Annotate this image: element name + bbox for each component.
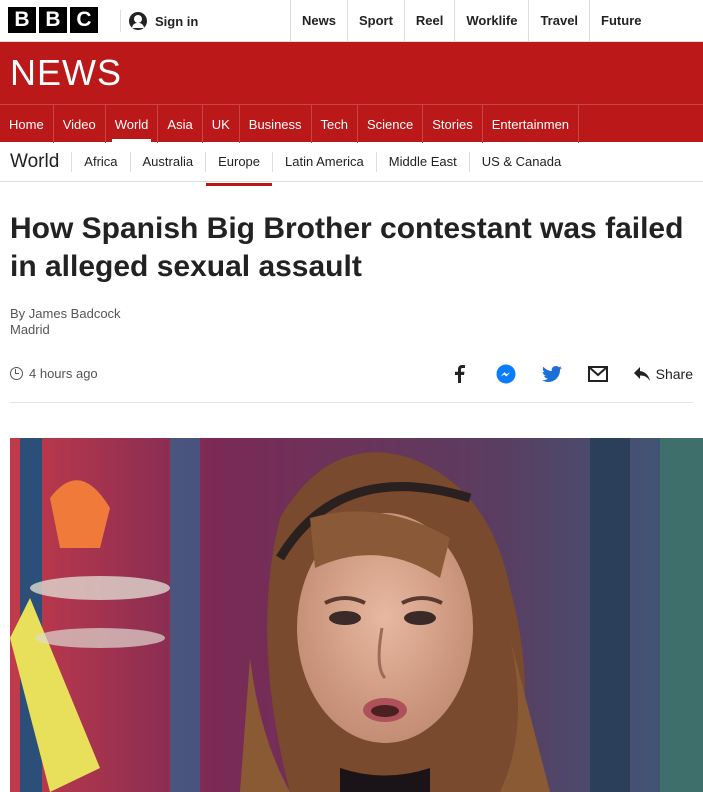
section-nav-business[interactable]: Business: [240, 105, 312, 143]
sub-nav-africa[interactable]: Africa: [71, 151, 129, 172]
logo-letter: C: [70, 7, 98, 33]
top-nav-reel[interactable]: Reel: [403, 0, 454, 41]
facebook-icon[interactable]: [450, 364, 470, 384]
top-nav: News Sport Reel Worklife Travel Future: [290, 0, 653, 41]
logo-letter: B: [8, 7, 36, 33]
sub-nav-title[interactable]: World: [0, 151, 71, 173]
sub-nav-us-canada[interactable]: US & Canada: [468, 151, 574, 172]
top-bar: B B C Sign in News Sport Reel Worklife T…: [0, 0, 703, 42]
byline: By James Badcock Madrid: [10, 306, 121, 338]
share-icon: [633, 367, 650, 381]
top-nav-future[interactable]: Future: [589, 0, 652, 41]
section-nav-home[interactable]: Home: [0, 105, 54, 143]
messenger-icon[interactable]: [496, 364, 516, 384]
news-banner: NEWS: [0, 42, 703, 104]
sub-nav-europe[interactable]: Europe: [205, 151, 272, 186]
article-headline: How Spanish Big Brother contestant was f…: [10, 212, 684, 283]
email-icon[interactable]: [587, 364, 608, 384]
section-nav-science[interactable]: Science: [358, 105, 424, 143]
sign-in-label: Sign in: [155, 13, 199, 29]
section-nav-stories[interactable]: Stories: [423, 105, 483, 143]
section-nav-uk[interactable]: UK: [203, 105, 240, 143]
share-label: Share: [655, 366, 693, 382]
bbc-logo[interactable]: B B C: [8, 7, 98, 33]
sub-nav-latin-america[interactable]: Latin America: [272, 151, 376, 172]
contestant-photo: [10, 438, 703, 792]
section-nav: Home Video World Asia UK Business Tech S…: [0, 104, 703, 143]
share-tools: Share: [450, 364, 693, 384]
sign-in-link[interactable]: Sign in: [120, 10, 198, 32]
article-photo[interactable]: [10, 438, 703, 792]
share-button[interactable]: Share: [633, 366, 693, 382]
logo-letter: B: [39, 7, 67, 33]
news-wordmark[interactable]: NEWS: [10, 52, 122, 94]
top-nav-travel[interactable]: Travel: [528, 0, 589, 41]
section-nav-asia[interactable]: Asia: [158, 105, 203, 143]
section-nav-world[interactable]: World: [106, 105, 159, 143]
section-nav-tech[interactable]: Tech: [312, 105, 358, 143]
top-nav-worklife[interactable]: Worklife: [454, 0, 528, 41]
divider: [10, 402, 693, 403]
sub-nav-middle-east[interactable]: Middle East: [375, 151, 469, 172]
section-nav-entertainment[interactable]: Entertainmen: [483, 105, 580, 143]
top-nav-news[interactable]: News: [290, 0, 347, 41]
timestamp-label: 4 hours ago: [29, 366, 98, 381]
clock-icon: [10, 367, 23, 380]
dateline-location: Madrid: [10, 322, 50, 337]
article-meta: 4 hours ago Share: [10, 364, 693, 386]
twitter-icon[interactable]: [541, 364, 562, 384]
top-nav-sport[interactable]: Sport: [346, 0, 404, 41]
section-nav-video[interactable]: Video: [54, 105, 106, 143]
sub-nav: World Africa Australia Europe Latin Amer…: [0, 142, 703, 186]
user-icon: [129, 12, 147, 30]
author: By James Badcock: [10, 306, 121, 321]
sub-nav-australia[interactable]: Australia: [129, 151, 206, 172]
